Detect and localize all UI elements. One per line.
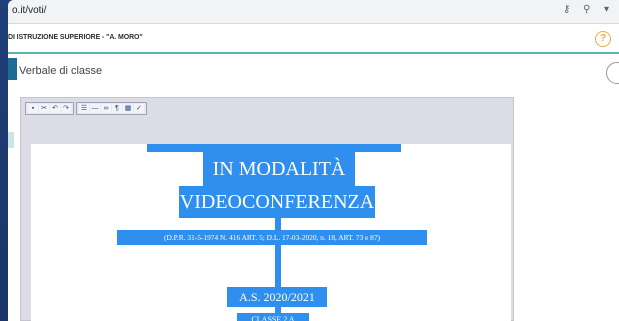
help-button[interactable]: ?: [595, 31, 611, 47]
toolbar-group-file: ▪ ✂ ↶ ↷: [25, 102, 74, 115]
doc-line-class: CLASSE 2 A: [237, 313, 309, 321]
rich-text-editor: ▪ ✂ ↶ ↷ ☰ — ∞ ¶ ▦ ✓ IN MODALITÀ VIDEOCON…: [20, 97, 514, 321]
editor-content[interactable]: IN MODALITÀ VIDEOCONFERENZA (D.P.R. 31-5…: [31, 144, 511, 321]
doc-line-legal-reference: (D.P.R. 31-5-1974 N. 416 ART. 5; D.L. 17…: [117, 230, 427, 245]
paragraph-icon[interactable]: ¶: [112, 104, 122, 113]
doc-line-school-year: A.S. 2020/2021: [227, 287, 327, 307]
browser-window: o.it/voti/ ⚷ ⚲ ▾ DI ISTRUZIONE SUPERIORE…: [8, 0, 619, 321]
toggle-button[interactable]: [606, 62, 619, 84]
editor-toolbar: ▪ ✂ ↶ ↷ ☰ — ∞ ¶ ▦ ✓: [25, 102, 147, 115]
address-bar[interactable]: o.it/voti/ ⚷ ⚲ ▾: [8, 0, 619, 24]
toolbar-group-format: ☰ — ∞ ¶ ▦ ✓: [76, 102, 147, 115]
title-accent: [8, 58, 17, 80]
horizontal-rule-icon[interactable]: —: [90, 104, 100, 113]
side-indicator: [8, 132, 14, 148]
list-icon[interactable]: ☰: [79, 104, 89, 113]
help-icon: ?: [599, 33, 607, 44]
highlight-stem: [275, 218, 281, 230]
doc-line-videoconferenza: VIDEOCONFERENZA: [179, 186, 375, 218]
table-icon[interactable]: ▦: [123, 104, 133, 113]
check-icon[interactable]: ✓: [134, 104, 144, 113]
undo-icon[interactable]: ↶: [50, 104, 60, 113]
page-title-bar: Verbale di classe: [8, 56, 619, 86]
site-header: DI ISTRUZIONE SUPERIORE - "A. MORO" ?: [8, 24, 619, 54]
doc-line-modalita: IN MODALITÀ: [203, 152, 355, 186]
highlight-bar: [147, 144, 401, 152]
url-text[interactable]: o.it/voti/: [12, 5, 46, 16]
zoom-icon[interactable]: ⚲: [583, 4, 590, 15]
chevron-down-icon[interactable]: ▾: [604, 4, 609, 15]
page-title: Verbale di classe: [19, 65, 103, 77]
cut-icon[interactable]: ✂: [39, 104, 49, 113]
school-name: DI ISTRUZIONE SUPERIORE - "A. MORO": [8, 34, 143, 41]
key-icon[interactable]: ⚷: [563, 4, 570, 15]
highlight-stem: [275, 245, 281, 287]
save-icon[interactable]: ▪: [28, 104, 38, 113]
redo-icon[interactable]: ↷: [61, 104, 71, 113]
link-icon[interactable]: ∞: [101, 104, 111, 113]
